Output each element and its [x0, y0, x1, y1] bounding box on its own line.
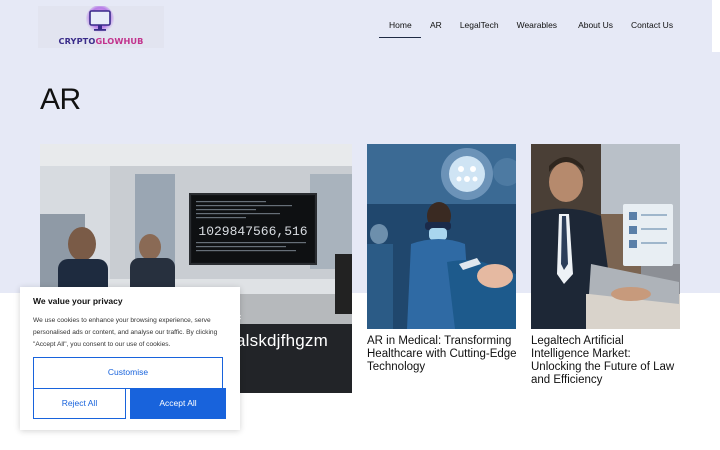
nav-wearables[interactable]: Wearables — [517, 20, 557, 38]
surgery-photo-icon — [367, 144, 516, 329]
main-nav: Home AR LegalTech Wearables About Us Con… — [379, 20, 673, 38]
screen-number: 1029847566,516 — [198, 224, 307, 239]
customise-button[interactable]: Customise — [33, 357, 223, 389]
page-title: AR — [40, 83, 81, 116]
scrollbar[interactable] — [712, 0, 720, 52]
reject-all-button[interactable]: Reject All — [33, 388, 126, 419]
post-title-legaltech[interactable]: Legaltech Artificial Intelligence Market… — [531, 335, 681, 387]
nav-about-us[interactable]: About Us — [578, 20, 613, 38]
lawyer-laptop-photo-icon — [531, 144, 680, 329]
brand-name: CRYPTOGLOWHUB — [58, 36, 144, 46]
monitor-logo-icon — [86, 6, 114, 33]
nav-legaltech[interactable]: LegalTech — [460, 20, 499, 38]
cookie-title: We value your privacy — [33, 296, 123, 306]
post-title-medical[interactable]: AR in Medical: Transforming Healthcare w… — [367, 335, 517, 374]
nav-contact-us[interactable]: Contact Us — [631, 20, 673, 38]
post-image-legaltech[interactable] — [531, 144, 680, 329]
site-logo[interactable]: CRYPTOGLOWHUB — [38, 6, 164, 48]
nav-home[interactable]: Home — [379, 20, 421, 38]
post-image-medical[interactable] — [367, 144, 516, 329]
nav-ar[interactable]: AR — [430, 20, 442, 38]
cookie-body: We use cookies to enhance your browsing … — [33, 317, 218, 348]
cookie-consent-dialog: We value your privacy We use cookies to … — [20, 287, 240, 430]
accept-all-button[interactable]: Accept All — [130, 388, 226, 419]
post-title-big[interactable]: alskdjfhgzm — [236, 331, 328, 351]
